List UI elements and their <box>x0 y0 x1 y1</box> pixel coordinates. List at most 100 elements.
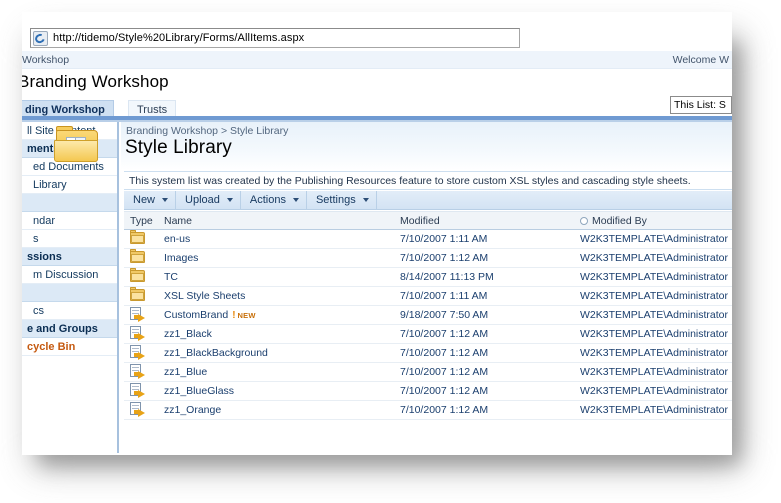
row-name-text[interactable]: CustomBrand <box>164 309 228 321</box>
chevron-down-icon <box>362 198 369 202</box>
row-name-text[interactable]: XSL Style Sheets <box>164 290 245 302</box>
table-row[interactable]: TC 8/14/2007 11:13 PM W2K3TEMPLATE\Admin… <box>124 267 732 287</box>
row-type-cell <box>124 381 158 401</box>
row-name-cell[interactable]: Images <box>158 248 394 268</box>
row-name-cell[interactable]: zz1_BlueGlass <box>158 381 394 401</box>
list-description: This system list was created by the Publ… <box>124 171 732 190</box>
sidebar-header-people-groups[interactable]: e and Groups <box>22 320 117 338</box>
table-row[interactable]: CustomBrand ! NEW 9/18/2007 7:50 AM W2K3… <box>124 305 732 325</box>
table-body: en-us 7/10/2007 1:11 AM W2K3TEMPLATE\Adm… <box>124 229 732 420</box>
row-name-text[interactable]: zz1_Orange <box>164 404 221 416</box>
row-name-cell[interactable]: zz1_Orange <box>158 400 394 420</box>
sidebar-item-tasks[interactable]: s <box>22 230 117 248</box>
new-menu-button[interactable]: New <box>124 190 177 210</box>
row-name-text[interactable]: zz1_Black <box>164 328 212 340</box>
sidebar-header-lists <box>22 194 117 212</box>
row-name-text[interactable]: zz1_Blue <box>164 366 207 378</box>
table-row[interactable]: zz1_Black 7/10/2007 1:12 AM W2K3TEMPLATE… <box>124 324 732 344</box>
filter-circle-icon[interactable] <box>580 216 588 225</box>
site-title: Branding Workshop <box>22 72 169 91</box>
sidebar-item-team-discussion[interactable]: m Discussion <box>22 266 117 284</box>
table-row[interactable]: en-us 7/10/2007 1:11 AM W2K3TEMPLATE\Adm… <box>124 229 732 249</box>
site-title-band: Branding Workshop <box>22 70 732 98</box>
column-header-modified-by-label: Modified By <box>592 214 647 227</box>
row-modified-by-cell[interactable]: W2K3TEMPLATE\Administrator <box>574 305 732 325</box>
row-modified-by-cell[interactable]: W2K3TEMPLATE\Administrator <box>574 362 732 382</box>
row-name-cell[interactable]: en-us <box>158 229 394 249</box>
column-header-modified-by[interactable]: Modified By <box>574 211 732 230</box>
row-type-cell <box>124 267 158 287</box>
sidebar-header-discussions: ssions <box>22 248 117 266</box>
row-modified-by-cell[interactable]: W2K3TEMPLATE\Administrator <box>574 343 732 363</box>
upload-menu-button[interactable]: Upload <box>176 190 241 210</box>
row-name-cell[interactable]: TC <box>158 267 394 287</box>
table-row[interactable]: zz1_BlackBackground 7/10/2007 1:12 AM W2… <box>124 343 732 363</box>
row-name-cell[interactable]: XSL Style Sheets <box>158 286 394 306</box>
row-modified-cell: 8/14/2007 11:13 PM <box>394 267 574 287</box>
row-name-text[interactable]: TC <box>164 271 178 283</box>
table-row[interactable]: Images 7/10/2007 1:12 AM W2K3TEMPLATE\Ad… <box>124 248 732 268</box>
column-header-name[interactable]: Name <box>158 211 394 230</box>
page-body: ll Site Content ments ed Documents Libra… <box>22 122 732 455</box>
search-scope-select[interactable]: This List: S <box>670 96 732 114</box>
row-modified-cell: 7/10/2007 1:11 AM <box>394 229 574 249</box>
table-header-row: Type Name Modified Modified By <box>124 211 732 230</box>
sidebar-item-calendar[interactable]: ndar <box>22 212 117 230</box>
folder-icon <box>130 267 145 282</box>
row-name-text[interactable]: zz1_BlueGlass <box>164 385 234 397</box>
folder-icon <box>130 229 145 244</box>
row-name-cell[interactable]: CustomBrand ! NEW <box>158 305 394 325</box>
actions-menu-button[interactable]: Actions <box>241 190 307 210</box>
row-name-cell[interactable]: zz1_Black <box>158 324 394 344</box>
row-modified-by-cell[interactable]: W2K3TEMPLATE\Administrator <box>574 400 732 420</box>
quick-launch-sidebar: ll Site Content ments ed Documents Libra… <box>22 122 119 453</box>
chevron-down-icon <box>162 198 169 202</box>
desktop-backdrop: http://tidemo/Style%20Library/Forms/AllI… <box>0 0 781 503</box>
welcome-user-menu[interactable]: Welcome W <box>673 54 729 66</box>
main-content: Branding Workshop > Style Library Style … <box>54 122 732 455</box>
ie-favicon-icon <box>33 30 48 46</box>
new-menu-label: New <box>133 194 156 206</box>
row-name-cell[interactable]: zz1_Blue <box>158 362 394 382</box>
table-row[interactable]: zz1_Blue 7/10/2007 1:12 AM W2K3TEMPLATE\… <box>124 362 732 382</box>
table-row[interactable]: zz1_Orange 7/10/2007 1:12 AM W2K3TEMPLAT… <box>124 400 732 420</box>
row-type-cell <box>124 229 158 249</box>
row-name-text[interactable]: zz1_BlackBackground <box>164 347 268 359</box>
file-icon <box>130 325 145 341</box>
column-header-modified[interactable]: Modified <box>394 211 574 230</box>
row-modified-by-cell[interactable]: W2K3TEMPLATE\Administrator <box>574 248 732 268</box>
row-modified-cell: 7/10/2007 1:12 AM <box>394 362 574 382</box>
row-name-cell[interactable]: zz1_BlackBackground <box>158 343 394 363</box>
sidebar-item-pics[interactable]: cs <box>22 302 117 320</box>
global-nav-breadcrumb[interactable]: Workshop <box>22 54 69 66</box>
file-icon <box>130 344 145 360</box>
page-header: Branding Workshop > Style Library Style … <box>54 122 732 170</box>
browser-window: http://tidemo/Style%20Library/Forms/AllI… <box>22 12 732 455</box>
chevron-down-icon <box>292 198 299 202</box>
table-row[interactable]: zz1_BlueGlass 7/10/2007 1:12 AM W2K3TEMP… <box>124 381 732 401</box>
address-url-text: http://tidemo/Style%20Library/Forms/AllI… <box>53 32 305 44</box>
sidebar-item-recycle-bin[interactable]: cycle Bin <box>22 338 117 356</box>
address-input[interactable]: http://tidemo/Style%20Library/Forms/AllI… <box>30 28 520 48</box>
row-modified-by-cell[interactable]: W2K3TEMPLATE\Administrator <box>574 229 732 249</box>
row-modified-cell: 9/18/2007 7:50 AM <box>394 305 574 325</box>
row-modified-by-cell[interactable]: W2K3TEMPLATE\Administrator <box>574 267 732 287</box>
breadcrumb[interactable]: Branding Workshop > Style Library <box>126 125 288 137</box>
row-modified-by-cell[interactable]: W2K3TEMPLATE\Administrator <box>574 324 732 344</box>
folder-icon <box>130 286 145 301</box>
file-icon <box>130 382 145 398</box>
row-name-text[interactable]: en-us <box>164 233 190 245</box>
column-header-type[interactable]: Type <box>124 211 158 230</box>
top-navigation-tabs: ding Workshop Trusts <box>22 98 732 118</box>
row-type-cell <box>124 343 158 363</box>
table-row[interactable]: XSL Style Sheets 7/10/2007 1:11 AM W2K3T… <box>124 286 732 306</box>
settings-menu-label: Settings <box>315 194 356 206</box>
row-name-text[interactable]: Images <box>164 252 198 264</box>
row-type-cell <box>124 324 158 344</box>
sidebar-item-style-library[interactable]: Library <box>22 176 117 194</box>
new-badge: ! NEW <box>232 310 255 321</box>
row-modified-cell: 7/10/2007 1:12 AM <box>394 343 574 363</box>
row-modified-by-cell[interactable]: W2K3TEMPLATE\Administrator <box>574 286 732 306</box>
row-modified-by-cell[interactable]: W2K3TEMPLATE\Administrator <box>574 381 732 401</box>
settings-menu-button[interactable]: Settings <box>307 190 377 210</box>
